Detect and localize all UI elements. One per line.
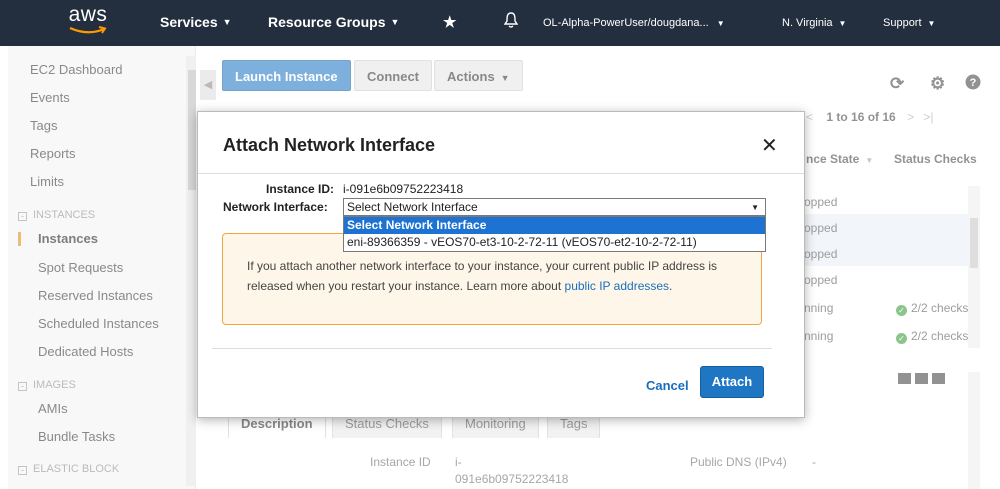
public-ip-addresses-link[interactable]: public IP addresses: [565, 279, 670, 293]
chevron-down-icon: ▼: [716, 19, 725, 28]
divider: [212, 348, 772, 349]
aws-smile-icon: [69, 26, 107, 34]
network-interface-select[interactable]: Select Network Interface ▼: [343, 198, 766, 216]
warning-message: If you attach another network interface …: [247, 256, 747, 296]
aws-logo[interactable]: aws: [62, 4, 114, 42]
dialog-title: Attach Network Interface: [223, 135, 436, 155]
network-interface-label: Network Interface:: [223, 200, 328, 214]
instance-id-field-label: Instance ID:: [266, 182, 335, 196]
chevron-down-icon: ▼: [390, 17, 400, 27]
pin-icon[interactable]: ★: [443, 13, 456, 31]
attach-button[interactable]: Attach: [700, 366, 764, 398]
instance-id-field-value: i-091e6b09752223418: [343, 182, 464, 196]
network-interface-dropdown: Select Network Interface eni-89366359 - …: [343, 216, 766, 252]
cancel-button[interactable]: Cancel: [646, 378, 689, 393]
warning-end: .: [669, 279, 673, 293]
chevron-down-icon: ▼: [838, 19, 847, 28]
notification-bell-icon[interactable]: [503, 12, 519, 32]
support-label: Support: [883, 17, 922, 29]
region-menu[interactable]: N. Virginia ▼: [782, 17, 846, 29]
chevron-down-icon: ▼: [927, 19, 936, 28]
account-menu[interactable]: OL-Alpha-PowerUser/dougdana... ▼: [543, 17, 725, 29]
dropdown-option[interactable]: eni-89366359 - vEOS70-et3-10-2-72-11 (vE…: [344, 234, 765, 251]
close-icon[interactable]: ✕: [761, 133, 778, 158]
support-menu[interactable]: Support ▼: [883, 17, 935, 29]
region-label: N. Virginia: [782, 17, 833, 29]
chevron-down-icon: ▼: [222, 17, 232, 27]
account-label: OL-Alpha-PowerUser/dougdana...: [543, 17, 709, 29]
chevron-down-icon: ▼: [751, 203, 759, 212]
attach-network-interface-dialog: Attach Network Interface ✕ Instance ID: …: [197, 111, 805, 418]
services-label: Services: [160, 14, 218, 30]
divider: [198, 173, 804, 174]
resource-groups-menu[interactable]: Resource Groups ▼: [268, 14, 399, 30]
resource-groups-label: Resource Groups: [268, 14, 386, 30]
top-navigation-bar: aws Services ▼ Resource Groups ▼ ★ OL-Alph…: [0, 0, 1000, 46]
aws-logo-text: aws: [68, 3, 108, 26]
services-menu[interactable]: Services ▼: [160, 14, 232, 30]
dropdown-option[interactable]: Select Network Interface: [344, 217, 765, 234]
select-value: Select Network Interface: [347, 200, 478, 214]
